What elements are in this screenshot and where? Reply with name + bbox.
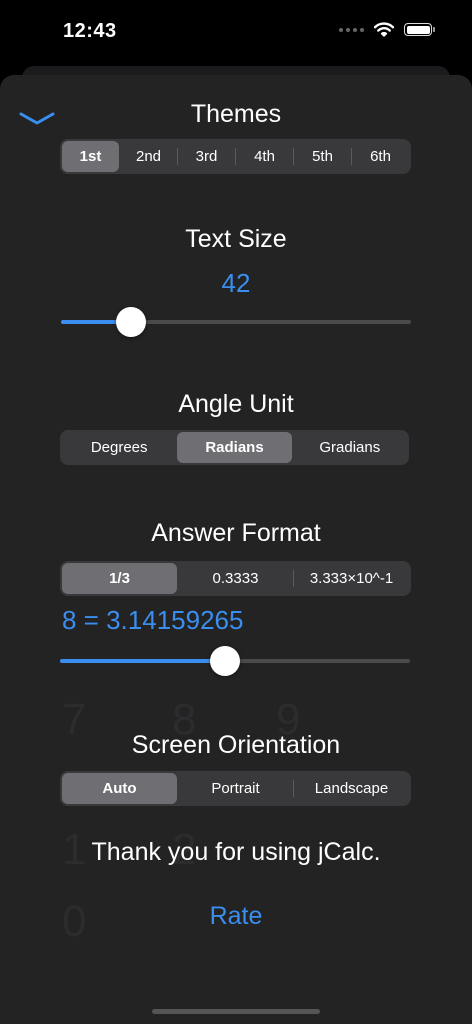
slider-thumb[interactable] [116, 307, 146, 337]
themes-title: Themes [190, 100, 282, 128]
wifi-icon [374, 22, 394, 37]
themes-segmented-control: 1st 2nd 3rd 4th 5th 6th [60, 139, 411, 174]
segment-themes-5[interactable]: 5th [294, 141, 351, 172]
rate-button[interactable]: Rate [0, 902, 472, 931]
segment-screen-orientation-1[interactable]: Auto [62, 773, 177, 804]
settings-sheet: 7 8 9 1 2 0 [0, 75, 472, 1024]
segment-angle-unit-2[interactable]: Radians [177, 432, 292, 463]
screen-orientation-segmented-control: Auto Portrait Landscape [60, 771, 411, 806]
segment-screen-orientation-3[interactable]: Landscape [294, 773, 409, 804]
segment-themes-4[interactable]: 4th [236, 141, 293, 172]
precision-label: 8 = 3.14159265 [62, 605, 244, 635]
segment-answer-format-3[interactable]: 3.333×10^-1 [294, 563, 409, 594]
status-icons [339, 22, 435, 37]
battery-icon [404, 23, 435, 36]
status-time: 12:43 [63, 20, 117, 42]
angle-unit-title: Angle Unit [178, 390, 294, 418]
segment-themes-3[interactable]: 3rd [178, 141, 235, 172]
answer-format-title: Answer Format [151, 519, 321, 547]
segment-answer-format-2[interactable]: 0.3333 [178, 563, 293, 594]
segment-themes-6[interactable]: 6th [352, 141, 409, 172]
segment-screen-orientation-2[interactable]: Portrait [178, 773, 293, 804]
status-bar: 12:43 [0, 0, 472, 64]
answer-format-segmented-control: 1/3 0.3333 3.333×10^-1 [60, 561, 411, 596]
slider-thumb[interactable] [209, 646, 240, 676]
segment-themes-2[interactable]: 2nd [120, 141, 177, 172]
segment-answer-format-1[interactable]: 1/3 [62, 563, 177, 594]
thank-you-message: Thank you for using jCalc. [91, 838, 381, 866]
screen-orientation-title: Screen Orientation [131, 731, 341, 759]
text-size-value: 42 [221, 268, 251, 298]
home-indicator [152, 1009, 320, 1014]
precision-slider[interactable] [60, 646, 410, 676]
angle-unit-segmented-control: Degrees Radians Gradians [60, 430, 409, 465]
cellular-signal-icon [339, 27, 364, 32]
segment-themes-1[interactable]: 1st [62, 141, 119, 172]
segment-angle-unit-3[interactable]: Gradians [293, 432, 407, 463]
text-size-title: Text Size [185, 225, 287, 253]
text-size-slider[interactable] [61, 307, 411, 337]
slider-fill [60, 659, 225, 663]
segment-angle-unit-1[interactable]: Degrees [62, 432, 176, 463]
